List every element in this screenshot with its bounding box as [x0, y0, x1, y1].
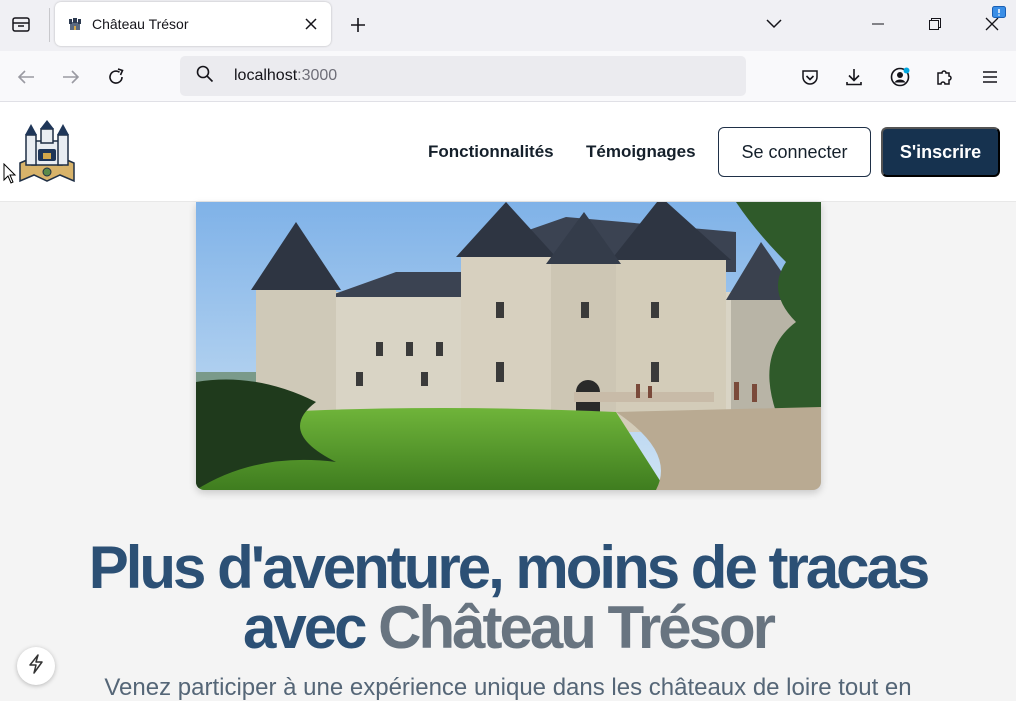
hero-title-brand: Château Trésor — [378, 594, 776, 661]
search-icon — [196, 65, 214, 88]
signup-button[interactable]: S'inscrire — [881, 127, 1000, 177]
hero-title-avec: avec — [243, 594, 367, 661]
tab-list-icon[interactable] — [6, 9, 36, 39]
account-icon[interactable] — [884, 61, 916, 93]
browser-nav-bar: localhost:3000 — [0, 51, 1016, 102]
hero-title: Plus d'aventure, moins de tracas avec Ch… — [0, 538, 1016, 658]
close-window-icon[interactable] — [975, 6, 1009, 40]
chateau-hero-image — [196, 202, 821, 490]
chevron-down-icon[interactable] — [757, 8, 791, 40]
reload-icon[interactable] — [100, 61, 132, 93]
mouse-cursor-icon — [3, 162, 17, 190]
hamburger-menu-icon[interactable] — [974, 61, 1006, 93]
chateau-tresor-logo[interactable] — [16, 119, 78, 185]
browser-tab-active[interactable]: Château Trésor — [55, 2, 331, 46]
puzzle-icon[interactable] — [929, 61, 961, 93]
hero-subtitle: Venez participer à une expérience unique… — [104, 674, 912, 701]
download-icon[interactable] — [838, 61, 870, 93]
browser-tab-bar: Château Trésor — [0, 0, 1016, 51]
url-bar[interactable]: localhost:3000 — [180, 56, 746, 96]
pocket-icon[interactable] — [794, 61, 826, 93]
url-host: localhost — [234, 67, 298, 84]
tab-separator — [49, 8, 50, 42]
hero-title-line1: Plus d'aventure, moins de tracas — [88, 534, 931, 601]
lightning-icon — [28, 653, 44, 679]
dev-toolbar-button[interactable] — [17, 647, 55, 685]
minimize-icon[interactable] — [861, 8, 895, 40]
site-header: Fonctionnalités Témoignages Se connecter… — [0, 102, 1016, 202]
back-arrow-icon[interactable] — [10, 61, 42, 93]
plus-icon[interactable] — [343, 10, 373, 40]
forward-arrow-icon[interactable] — [55, 61, 87, 93]
url-text[interactable]: localhost:3000 — [234, 67, 337, 85]
url-port: :3000 — [297, 67, 338, 84]
login-button[interactable]: Se connecter — [718, 127, 871, 177]
tab-title: Château Trésor — [92, 16, 189, 32]
nav-link-fonctionnalites[interactable]: Fonctionnalités — [428, 142, 554, 162]
close-tab-icon[interactable] — [299, 12, 323, 36]
nav-link-temoignages[interactable]: Témoignages — [586, 142, 696, 162]
castle-icon — [67, 16, 83, 32]
restore-icon[interactable] — [918, 8, 952, 40]
